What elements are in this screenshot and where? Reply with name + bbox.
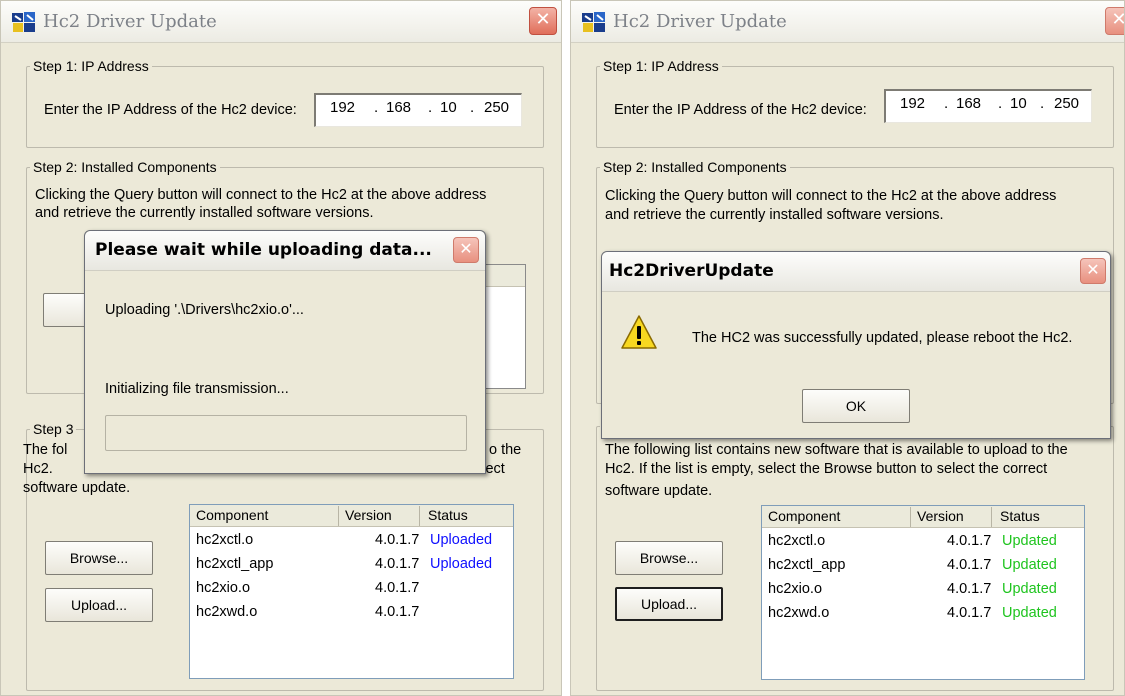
- close-button[interactable]: ✕: [1105, 7, 1124, 35]
- step2-description-line1: Clicking the Query button will connect t…: [35, 187, 487, 203]
- step3-description-line3: software update.: [23, 480, 131, 496]
- ip-octet-2: 168: [386, 99, 412, 116]
- browse-button[interactable]: Browse...: [45, 541, 153, 575]
- dialog-close-button[interactable]: ✕: [1080, 258, 1106, 284]
- list-item[interactable]: hc2xio.o 4.0.1.7 Updated: [762, 581, 1084, 605]
- status-updated: Updated: [1002, 605, 1057, 621]
- step3-description-line1-end: o the: [489, 442, 522, 458]
- column-header-status[interactable]: Status: [428, 507, 468, 523]
- list-item[interactable]: hc2xio.o 4.0.1.7: [190, 580, 513, 604]
- ip-octet-2: 168: [956, 95, 982, 112]
- step3-description-line3: software update.: [605, 483, 713, 499]
- list-header: Component Version Status: [190, 505, 513, 527]
- list-item[interactable]: hc2xwd.o 4.0.1.7: [190, 604, 513, 628]
- ip-address-input[interactable]: 192 . 168 . 10 . 250: [884, 89, 1092, 123]
- dialog-close-button[interactable]: ✕: [453, 237, 479, 263]
- column-header-version[interactable]: Version: [345, 507, 392, 523]
- list-item[interactable]: hc2xctl.o 4.0.1.7 Updated: [762, 533, 1084, 557]
- upload-components-list[interactable]: Component Version Status hc2xctl.o 4.0.1…: [189, 504, 514, 679]
- close-icon: ✕: [535, 9, 551, 30]
- app-icon: [12, 12, 35, 32]
- step1-legend: Step 1: IP Address: [33, 58, 149, 74]
- driver-update-window-left: Hc2 Driver Update ✕ Step 1: IP Address E…: [0, 0, 562, 696]
- close-icon: ✕: [1086, 260, 1100, 279]
- close-icon: ✕: [1111, 9, 1124, 30]
- upload-button[interactable]: Upload...: [45, 588, 153, 622]
- ip-octet-4: 250: [1054, 95, 1080, 112]
- step3-legend: Step 3: [33, 421, 74, 437]
- driver-update-window-right: Hc2 Driver Update ✕ Step 1: IP Address E…: [570, 0, 1125, 696]
- ip-octet-4: 250: [484, 99, 510, 116]
- list-item[interactable]: hc2xwd.o 4.0.1.7 Updated: [762, 605, 1084, 629]
- step1-legend: Step 1: IP Address: [603, 58, 719, 74]
- list-item[interactable]: hc2xctl.o 4.0.1.7 Uploaded: [190, 532, 513, 556]
- dialog-title-bar[interactable]: Please wait while uploading data... ✕: [85, 231, 485, 271]
- status-uploaded: Uploaded: [430, 532, 493, 548]
- step3-description-line1-start: The fol: [23, 442, 68, 458]
- title-bar[interactable]: Hc2 Driver Update ✕: [1, 1, 561, 43]
- ok-button[interactable]: OK: [802, 389, 910, 423]
- step2-description-line1: Clicking the Query button will connect t…: [605, 188, 1057, 204]
- upload-progress-dialog: Please wait while uploading data... ✕ Up…: [84, 230, 486, 474]
- app-icon: [582, 12, 605, 32]
- close-icon: ✕: [459, 239, 473, 258]
- step2-legend: Step 2: Installed Components: [603, 159, 787, 175]
- step3-description-line2: Hc2. If the list is empty, select the Br…: [605, 461, 1048, 477]
- window-title: Hc2 Driver Update: [43, 11, 217, 32]
- list-item[interactable]: hc2xctl_app 4.0.1.7 Uploaded: [190, 556, 513, 580]
- ip-prompt: Enter the IP Address of the Hc2 device:: [614, 102, 867, 118]
- column-header-component[interactable]: Component: [768, 508, 840, 524]
- ip-octet-3: 10: [1010, 95, 1027, 112]
- step3-description-line1: The following list contains new software…: [605, 442, 1068, 458]
- upload-status-text: Initializing file transmission...: [105, 381, 289, 397]
- warning-icon: [621, 315, 657, 349]
- step3-description-line2-start: Hc2.: [23, 461, 53, 477]
- upload-file-text: Uploading '.\Drivers\hc2xio.o'...: [105, 302, 304, 318]
- ip-address-input[interactable]: 192 . 168 . 10 . 250: [314, 93, 522, 127]
- upload-components-list[interactable]: Component Version Status hc2xctl.o 4.0.1…: [761, 505, 1085, 680]
- browse-button[interactable]: Browse...: [615, 541, 723, 575]
- dialog-title: Hc2DriverUpdate: [609, 261, 774, 281]
- upload-progress-bar: [105, 415, 467, 451]
- window-title: Hc2 Driver Update: [613, 11, 787, 32]
- ip-octet-3: 10: [440, 99, 457, 116]
- list-header: Component Version Status: [762, 506, 1084, 528]
- dialog-message: The HC2 was successfully updated, please…: [692, 330, 1073, 346]
- step2-description-line2: and retrieve the currently installed sof…: [35, 205, 374, 221]
- list-item[interactable]: hc2xctl_app 4.0.1.7 Updated: [762, 557, 1084, 581]
- status-updated: Updated: [1002, 557, 1057, 573]
- title-bar[interactable]: Hc2 Driver Update ✕: [571, 1, 1124, 43]
- ip-octet-1: 192: [900, 95, 926, 112]
- step2-legend: Step 2: Installed Components: [33, 159, 217, 175]
- update-complete-dialog: Hc2DriverUpdate ✕ The HC2 was successful…: [601, 251, 1111, 439]
- ip-prompt: Enter the IP Address of the Hc2 device:: [44, 102, 297, 118]
- close-button[interactable]: ✕: [529, 7, 557, 35]
- status-updated: Updated: [1002, 581, 1057, 597]
- dialog-title: Please wait while uploading data...: [95, 240, 432, 260]
- upload-button[interactable]: Upload...: [615, 587, 723, 621]
- column-header-component[interactable]: Component: [196, 507, 268, 523]
- column-header-version[interactable]: Version: [917, 508, 964, 524]
- status-updated: Updated: [1002, 533, 1057, 549]
- step2-description-line2: and retrieve the currently installed sof…: [605, 207, 944, 223]
- status-uploaded: Uploaded: [430, 556, 493, 572]
- ip-octet-1: 192: [330, 99, 356, 116]
- column-header-status[interactable]: Status: [1000, 508, 1040, 524]
- dialog-title-bar[interactable]: Hc2DriverUpdate ✕: [602, 252, 1110, 292]
